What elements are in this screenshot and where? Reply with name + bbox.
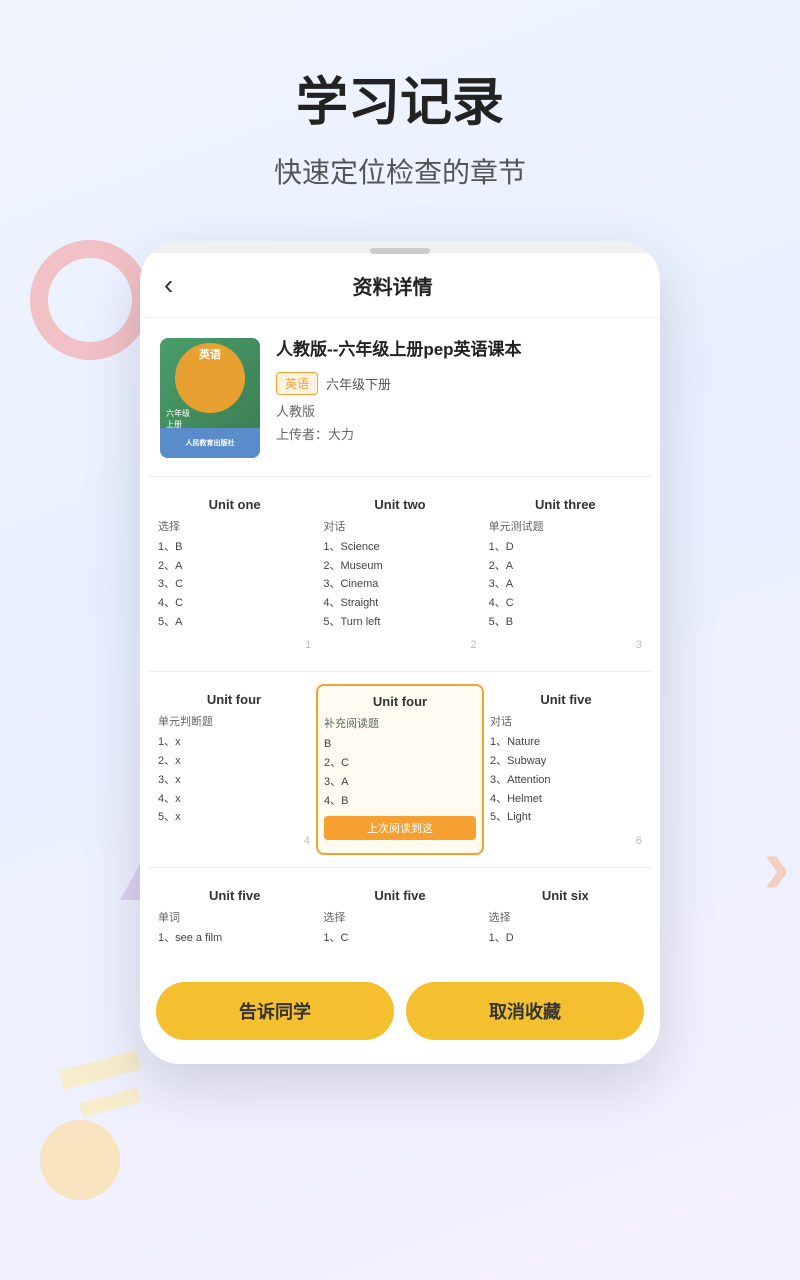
units-grid-row2: Unit four 单元判断题 1、x2、x3、x4、x5、x 4 Unit f… bbox=[140, 674, 660, 864]
unit-5a-header: Unit five bbox=[490, 692, 642, 707]
phone-notch bbox=[370, 248, 430, 254]
unit-3-items: 1、D2、A3、A4、C5、B bbox=[489, 538, 642, 631]
unit-6-category: 选择 bbox=[489, 909, 642, 925]
unit-4a-number: 4 bbox=[158, 835, 310, 847]
unit-col-8: Unit five 选择 1、C bbox=[317, 880, 482, 956]
book-info-section: 英语 六年级上册 人民教育出版社 人教版--六年级上册pep英语课本 英语 六年… bbox=[140, 318, 660, 474]
unit-col-2: Unit two 对话 1、Science2、Museum3、Cinema4、S… bbox=[317, 489, 482, 659]
unit-5a-category: 对话 bbox=[490, 713, 642, 729]
units-row-3: Unit five 单词 1、see a film Unit five 选择 1… bbox=[152, 880, 648, 956]
unit-col-9: Unit six 选择 1、D bbox=[483, 880, 648, 956]
units-grid-row3: Unit five 单词 1、see a film Unit five 选择 1… bbox=[140, 870, 660, 966]
unit-col-1: Unit one 选择 1、B2、A3、C4、C5、A 1 bbox=[152, 489, 317, 659]
unit-col-7: Unit five 单词 1、see a film bbox=[152, 880, 317, 956]
bg-decoration-circle-1 bbox=[30, 240, 150, 360]
last-read-badge: 上次阅读到这 bbox=[324, 816, 476, 840]
unit-5c-items: 1、C bbox=[323, 929, 476, 948]
bg-decoration-circle-2 bbox=[40, 1120, 120, 1200]
unit-4a-header: Unit four bbox=[158, 692, 310, 707]
units-row-2: Unit four 单元判断题 1、x2、x3、x4、x5、x 4 Unit f… bbox=[152, 684, 648, 854]
unit-1-items: 1、B2、A3、C4、C5、A bbox=[158, 538, 311, 631]
phone-top-bar bbox=[140, 241, 660, 253]
bg-decoration-rect-1 bbox=[59, 1050, 141, 1090]
tag-subject: 英语 bbox=[276, 372, 318, 395]
unit-2-number: 2 bbox=[323, 639, 476, 651]
back-button[interactable]: ‹ bbox=[164, 269, 173, 301]
nav-bar: ‹ 资料详情 bbox=[140, 253, 660, 318]
unit-1-header: Unit one bbox=[158, 497, 311, 512]
unit-4b-category: 补充阅读题 bbox=[324, 715, 476, 731]
unit-2-header: Unit two bbox=[323, 497, 476, 512]
unit-4b-items: B2、C3、A4、B bbox=[324, 735, 476, 810]
unit-5b-items: 1、see a film bbox=[158, 929, 311, 948]
unit-6-header: Unit six bbox=[489, 888, 642, 903]
unit-3-number: 3 bbox=[489, 639, 642, 651]
unit-4b-header: Unit four bbox=[324, 694, 476, 709]
book-tags: 英语 六年级下册 bbox=[276, 372, 640, 395]
unit-2-category: 对话 bbox=[323, 518, 476, 534]
unit-col-3: Unit three 单元测试题 1、D2、A3、A4、C5、B 3 bbox=[483, 489, 648, 659]
book-title: 人教版--六年级上册pep英语课本 bbox=[276, 338, 640, 362]
phone-frame: ‹ 资料详情 英语 六年级上册 人民教育出版社 人教版--六年级上册pep英语课… bbox=[140, 241, 660, 1064]
book-uploader: 上传者：大力 bbox=[276, 424, 640, 443]
divider-3 bbox=[148, 867, 652, 868]
divider-2 bbox=[148, 671, 652, 672]
unit-3-category: 单元测试题 bbox=[489, 518, 642, 534]
book-details: 人教版--六年级上册pep英语课本 英语 六年级下册 人教版 上传者：大力 bbox=[276, 338, 640, 443]
unit-col-5-highlighted: Unit four 补充阅读题 B2、C3、A4、B 上次阅读到这 bbox=[316, 684, 484, 854]
page-subtitle: 快速定位检查的章节 bbox=[20, 151, 780, 191]
unit-5a-number: 6 bbox=[490, 835, 642, 847]
uncollect-button[interactable]: 取消收藏 bbox=[406, 982, 644, 1040]
book-cover: 英语 六年级上册 人民教育出版社 bbox=[160, 338, 260, 458]
unit-5b-header: Unit five bbox=[158, 888, 311, 903]
unit-1-number: 1 bbox=[158, 639, 311, 651]
unit-5c-category: 选择 bbox=[323, 909, 476, 925]
unit-4a-items: 1、x2、x3、x4、x5、x bbox=[158, 733, 310, 826]
tag-grade: 六年级下册 bbox=[326, 374, 391, 393]
book-cover-label: 六年级上册 bbox=[166, 408, 190, 430]
units-grid-row1: Unit one 选择 1、B2、A3、C4、C5、A 1 Unit two 对… bbox=[140, 479, 660, 669]
nav-title: 资料详情 bbox=[189, 271, 596, 300]
app-content: ‹ 资料详情 英语 六年级上册 人民教育出版社 人教版--六年级上册pep英语课… bbox=[140, 253, 660, 1064]
unit-4a-category: 单元判断题 bbox=[158, 713, 310, 729]
unit-6-items: 1、D bbox=[489, 929, 642, 948]
page-header: 学习记录 快速定位检查的章节 bbox=[0, 0, 800, 211]
tell-classmates-button[interactable]: 告诉同学 bbox=[156, 982, 394, 1040]
page-title: 学习记录 bbox=[20, 60, 780, 135]
divider-1 bbox=[148, 476, 652, 477]
unit-5a-items: 1、Nature2、Subway3、Attention4、Helmet5、Lig… bbox=[490, 733, 642, 826]
units-row-1: Unit one 选择 1、B2、A3、C4、C5、A 1 Unit two 对… bbox=[152, 489, 648, 659]
unit-5b-category: 单词 bbox=[158, 909, 311, 925]
unit-col-4: Unit four 单元判断题 1、x2、x3、x4、x5、x 4 bbox=[152, 684, 316, 854]
book-publisher: 人教版 bbox=[276, 401, 640, 420]
bottom-buttons: 告诉同学 取消收藏 bbox=[140, 966, 660, 1064]
book-cover-footer: 人民教育出版社 bbox=[160, 428, 260, 458]
unit-2-items: 1、Science2、Museum3、Cinema4、Straight5、Tur… bbox=[323, 538, 476, 631]
book-cover-text: 英语 bbox=[199, 346, 221, 362]
bg-decoration-rect-2 bbox=[79, 1087, 141, 1117]
unit-1-category: 选择 bbox=[158, 518, 311, 534]
bg-decoration-chevron: › bbox=[763, 820, 790, 912]
book-cover-footer-text: 人民教育出版社 bbox=[186, 438, 235, 448]
unit-col-6: Unit five 对话 1、Nature2、Subway3、Attention… bbox=[484, 684, 648, 854]
unit-3-header: Unit three bbox=[489, 497, 642, 512]
unit-5c-header: Unit five bbox=[323, 888, 476, 903]
